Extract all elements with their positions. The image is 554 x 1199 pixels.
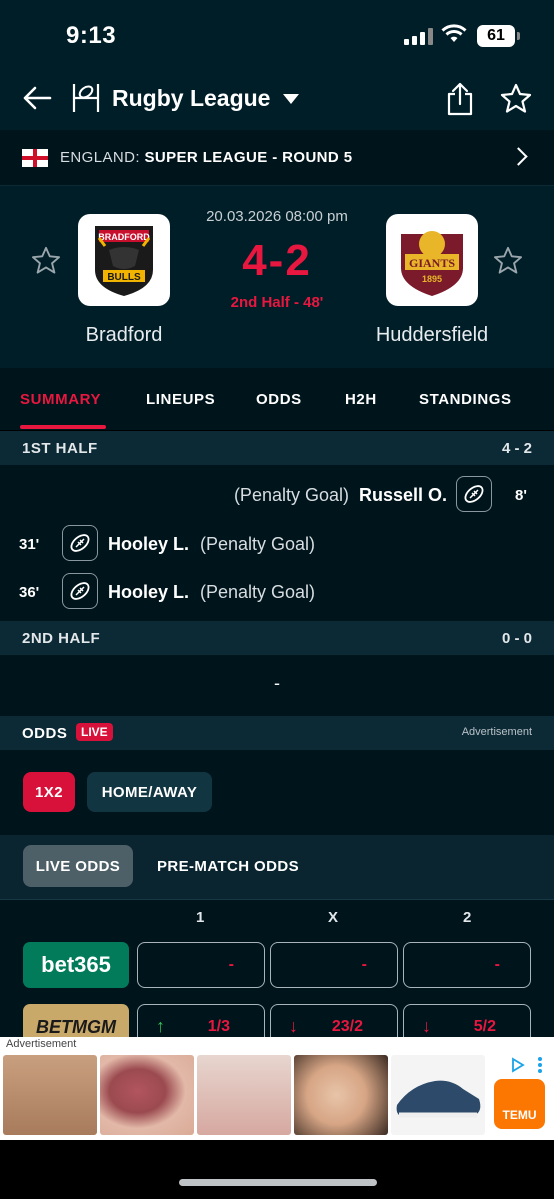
second-half-label: 2ND HALF (22, 630, 101, 647)
event-type: (Penalty Goal) (200, 582, 316, 602)
event-type: (Penalty Goal) (233, 485, 349, 505)
column-draw: X (328, 909, 339, 926)
odds-title: ODDS (22, 725, 68, 742)
second-half-events: - (0, 655, 554, 716)
first-half-events: (Penalty Goal) Russell O. 8' 31' Hooley … (0, 465, 554, 621)
first-half-header: 1ST HALF 4 - 2 (0, 431, 554, 465)
ad-brand: TEMU (502, 1108, 537, 1122)
arrow-up-icon: ↑ (156, 1016, 165, 1036)
ad-product-image[interactable] (294, 1055, 388, 1135)
away-team-logo[interactable]: GIANTS 1895 (386, 214, 478, 306)
battery-indicator: 61 (477, 25, 520, 47)
tab-lineups[interactable]: LINEUPS (146, 391, 215, 408)
share-icon[interactable] (446, 82, 474, 116)
live-odds-button[interactable]: LIVE ODDS (23, 845, 133, 887)
rugby-ball-icon (62, 525, 98, 561)
ad-product-image[interactable] (100, 1055, 194, 1135)
odds-value: - (494, 956, 500, 973)
odds-value: 5/2 (473, 1018, 496, 1035)
pre-match-odds-button[interactable]: PRE-MATCH ODDS (146, 845, 310, 887)
cellular-signal-icon (404, 28, 433, 45)
ad-choices-icon[interactable] (510, 1057, 526, 1073)
away-favorite-star-icon[interactable] (493, 246, 523, 274)
ad-product-image[interactable] (391, 1055, 485, 1135)
first-half-score: 4 - 2 (501, 440, 532, 457)
clock: 9:13 (66, 22, 117, 49)
event-minute: 8' (515, 487, 527, 504)
event-player[interactable]: Hooley L. (108, 534, 189, 555)
temu-logo[interactable]: TEMU (494, 1079, 545, 1129)
odds-mode-selector: LIVE ODDS PRE-MATCH ODDS (0, 835, 554, 899)
england-flag-icon (22, 149, 48, 167)
ad-product-image[interactable] (3, 1055, 97, 1135)
bookmaker-name: BETMGM (36, 1016, 116, 1037)
event-type: (Penalty Goal) (200, 534, 316, 554)
back-arrow-icon[interactable] (22, 86, 52, 110)
advertisement-label: Advertisement (461, 726, 532, 738)
odds-header: ODDS LIVE Advertisement (0, 716, 554, 750)
bet365-logo[interactable]: bet365 (23, 942, 129, 988)
column-home: 1 (196, 909, 205, 926)
odds-value: - (361, 956, 367, 973)
event-minute: 31' (19, 536, 40, 553)
market-home-away-button[interactable]: HOME/AWAY (87, 772, 212, 812)
home-team-name[interactable]: Bradford (78, 324, 170, 347)
league-label: ENGLAND: SUPER LEAGUE - ROUND 5 (60, 149, 352, 166)
bookmaker-name: bet365 (41, 952, 111, 977)
odds-cell[interactable]: - (403, 942, 531, 988)
event-player[interactable]: Russell O. (359, 485, 447, 506)
chevron-right-icon[interactable] (509, 147, 528, 166)
league-row[interactable]: ENGLAND: SUPER LEAGUE - ROUND 5 (0, 130, 554, 186)
favorite-star-icon[interactable] (500, 83, 532, 113)
sport-selector[interactable]: Rugby League (112, 85, 270, 112)
market-1x2-button[interactable]: 1X2 (23, 772, 75, 812)
second-half-score: 0 - 0 (501, 630, 532, 647)
match-tabs: SUMMARY LINEUPS ODDS H2H STANDINGS (0, 368, 554, 430)
event-minute: 36' (19, 584, 40, 601)
rugby-pitch-icon (72, 84, 100, 112)
away-logo-year: 1895 (422, 274, 442, 284)
chevron-down-icon[interactable] (283, 94, 299, 104)
first-half-label: 1ST HALF (22, 440, 98, 457)
live-badge: LIVE (76, 723, 113, 741)
app-header: Rugby League (0, 70, 554, 130)
odds-cell[interactable]: - (270, 942, 398, 988)
tab-h2h[interactable]: H2H (345, 391, 377, 408)
tab-standings[interactable]: STANDINGS (419, 391, 512, 408)
wifi-icon (441, 24, 467, 42)
odds-table: bet365 - - - BETMGM ↑ 1/3 ↓ 23/2 ↓ 5/2 (0, 935, 554, 1050)
ad-label: Advertisement (6, 1038, 77, 1050)
competition-label: SUPER LEAGUE - ROUND 5 (144, 149, 353, 166)
arrow-down-icon: ↓ (422, 1016, 431, 1036)
odds-market-selector: 1X2 HOME/AWAY (0, 750, 554, 835)
match-header: BRADFORD BULLS Bradford 20.03.2026 08:00… (0, 186, 554, 368)
ad-banner[interactable]: Advertisement TEMU (0, 1037, 554, 1140)
away-logo-text: GIANTS (409, 256, 455, 270)
column-away: 2 (463, 909, 472, 926)
more-options-icon[interactable] (538, 1057, 542, 1073)
odds-value: 1/3 (207, 1018, 230, 1035)
active-tab-indicator (20, 425, 106, 429)
home-indicator[interactable] (179, 1179, 377, 1186)
tab-summary[interactable]: SUMMARY (20, 391, 101, 408)
country-label: ENGLAND: (60, 149, 140, 166)
no-events-placeholder: - (274, 673, 280, 693)
event-player[interactable]: Hooley L. (108, 582, 189, 603)
odds-cell[interactable]: - (137, 942, 265, 988)
second-half-header: 2ND HALF 0 - 0 (0, 621, 554, 655)
arrow-down-icon: ↓ (289, 1016, 298, 1036)
tab-odds[interactable]: ODDS (256, 391, 302, 408)
away-team-name[interactable]: Huddersfield (356, 324, 508, 347)
odds-column-headers: 1 X 2 (0, 899, 554, 935)
rugby-ball-icon (62, 573, 98, 609)
ad-product-image[interactable] (197, 1055, 291, 1135)
bottom-area (0, 1140, 554, 1199)
status-bar: 9:13 61 (0, 0, 554, 70)
rugby-ball-icon (456, 476, 492, 512)
odds-value: 23/2 (331, 1018, 363, 1035)
odds-value: - (228, 956, 234, 973)
